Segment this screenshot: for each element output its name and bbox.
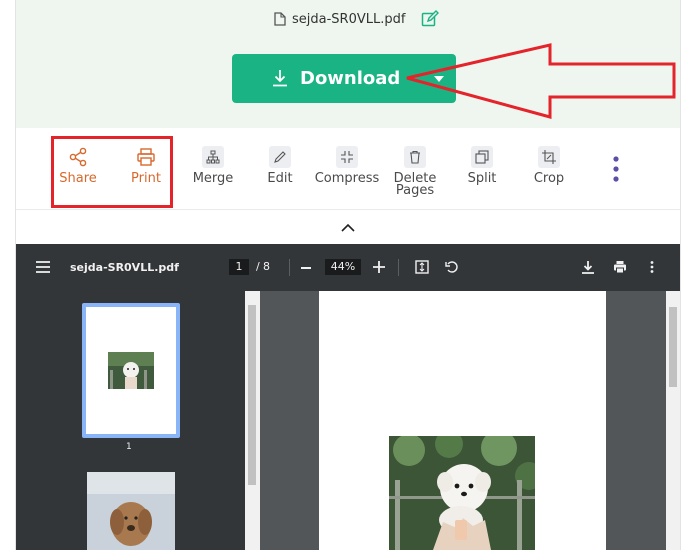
merge-icon (206, 150, 220, 164)
merge-button[interactable]: Merge (178, 128, 248, 185)
split-label: Split (467, 171, 497, 186)
split-button[interactable]: Split (447, 128, 517, 185)
file-name-row: sejda-SR0VLL.pdf (274, 10, 440, 28)
total-pages: 8 (263, 260, 270, 273)
download-icon (273, 70, 287, 87)
compress-button[interactable]: Compress (312, 128, 382, 185)
document-scroll-thumb[interactable] (669, 307, 677, 387)
toolbar-divider (289, 259, 290, 276)
page-photo (389, 436, 535, 550)
crop-label: Crop (533, 171, 565, 186)
menu-icon[interactable] (36, 261, 50, 273)
file-icon (274, 12, 286, 26)
fit-page-icon[interactable] (415, 260, 429, 274)
page-separator: / (256, 260, 260, 273)
collapse-toolbar (16, 210, 680, 244)
sidebar-scroll-thumb[interactable] (248, 305, 256, 485)
document-area (260, 291, 680, 550)
trash-icon (410, 150, 420, 164)
merge-label: Merge (192, 171, 234, 186)
split-icon (475, 150, 489, 164)
edit-label: Edit (267, 171, 293, 186)
thumbnail-photo (108, 352, 154, 389)
zoom-in-icon[interactable] (373, 261, 385, 273)
delete-pages-button[interactable]: Delete Pages (380, 128, 450, 197)
document-scrollbar[interactable] (666, 291, 680, 550)
more-options-icon[interactable] (613, 156, 619, 182)
viewer-more-icon[interactable] (645, 260, 659, 274)
pdf-viewer: sejda-SR0VLL.pdf 1 / 8 44% 1 (16, 244, 680, 550)
compress-label: Compress (314, 171, 380, 186)
viewer-print-icon[interactable] (613, 260, 627, 274)
download-label: Download (300, 68, 401, 89)
viewer-title: sejda-SR0VLL.pdf (70, 261, 179, 274)
compress-icon (341, 151, 353, 163)
edit-icon[interactable] (421, 10, 440, 28)
zoom-level-input[interactable]: 44% (325, 259, 361, 275)
pencil-icon (274, 151, 286, 163)
delete-pages-label: Delete Pages (393, 171, 437, 198)
pdf-page (319, 291, 606, 550)
share-print-highlight (51, 136, 173, 208)
viewer-download-icon[interactable] (581, 260, 595, 274)
annotation-arrow (406, 43, 676, 119)
file-name: sejda-SR0VLL.pdf (292, 11, 406, 27)
page-number-input[interactable]: 1 (229, 259, 249, 275)
toolbar-divider (398, 259, 399, 276)
zoom-out-icon[interactable] (301, 267, 311, 269)
chevron-up-icon[interactable] (341, 223, 355, 232)
thumbnail-number: 1 (126, 442, 132, 452)
rotate-icon[interactable] (445, 260, 459, 274)
crop-icon (542, 150, 556, 164)
sidebar-scrollbar[interactable] (245, 291, 260, 550)
thumbnail-page-2[interactable] (87, 472, 175, 550)
crop-button[interactable]: Crop (514, 128, 584, 185)
thumbnail-page-1[interactable] (82, 303, 180, 438)
edit-tool-button[interactable]: Edit (245, 128, 315, 185)
viewer-toolbar: sejda-SR0VLL.pdf 1 / 8 44% (16, 244, 680, 291)
